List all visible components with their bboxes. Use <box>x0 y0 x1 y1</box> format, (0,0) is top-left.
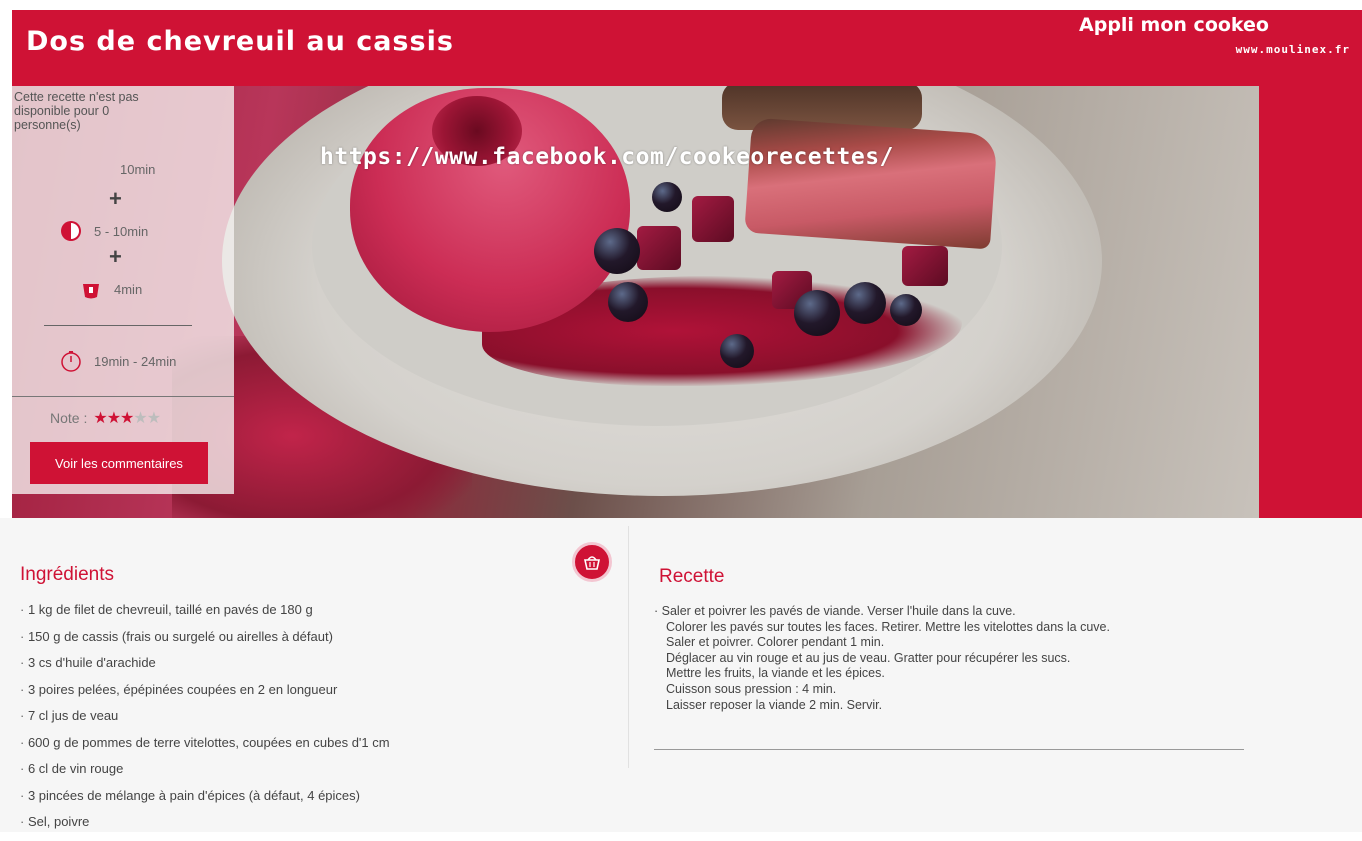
hero-side-band <box>1259 86 1362 518</box>
beet-cube <box>637 226 681 270</box>
star-icon: ★ <box>133 410 147 427</box>
prep-time: 10min <box>120 162 156 177</box>
star-icon: ★ <box>146 410 161 427</box>
recipe-step-line: Colorer les pavés sur toutes les faces. … <box>666 619 1110 634</box>
recipe-step-line: Saler et poivrer les pavés de viande. Ve… <box>654 604 1254 620</box>
app-name[interactable]: Appli mon cookeo <box>1079 14 1269 36</box>
recipe-step-line: Cuisson sous pression : 4 min. <box>666 681 837 696</box>
blackcurrant <box>652 182 682 212</box>
blackcurrant <box>720 334 754 368</box>
timer-icon <box>60 350 82 372</box>
recipe-header: Dos de chevreuil au cassis Appli mon coo… <box>12 10 1362 86</box>
recipe-divider <box>654 749 1244 750</box>
view-comments-button[interactable]: Voir les commentaires <box>30 442 208 484</box>
star-icon: ★ <box>120 410 134 427</box>
prep-time-row: 10min <box>120 162 155 177</box>
cook-time-row: 5 - 10min <box>60 220 148 242</box>
total-time: 19min - 24min <box>94 353 177 369</box>
panel-divider <box>12 396 234 397</box>
blackcurrant <box>608 282 648 322</box>
blackcurrant <box>794 290 840 336</box>
recipe-title: Dos de chevreuil au cassis <box>26 26 454 57</box>
ingredient-item: 3 cs d'huile d'arachide <box>20 655 390 682</box>
recipe-steps-title: Recette <box>659 566 725 587</box>
recipe-steps: Saler et poivrer les pavés de viande. Ve… <box>654 604 1254 713</box>
recipe-step-line: Déglacer au vin rouge et au jus de veau.… <box>666 650 1071 665</box>
ingredient-item: 600 g de pommes de terre vitelottes, cou… <box>20 735 390 762</box>
app-url[interactable]: www.moulinex.fr <box>1236 43 1350 56</box>
ingredient-item: 150 g de cassis (frais ou surgelé ou air… <box>20 629 390 656</box>
ingredient-item: 7 cl jus de veau <box>20 708 390 735</box>
recipe-content: Ingrédients 1 kg de filet de chevreuil, … <box>0 518 1362 832</box>
star-icon: ★ <box>93 410 107 427</box>
column-separator <box>628 526 629 768</box>
ingredient-item: 6 cl de vin rouge <box>20 761 390 788</box>
total-time-row: 19min - 24min <box>60 350 176 372</box>
ingredients-title: Ingrédients <box>20 564 115 585</box>
ingredient-item: 3 poires pelées, épépinées coupées en 2 … <box>20 682 390 709</box>
ingredient-item: 3 pincées de mélange à pain d'épices (à … <box>20 788 390 815</box>
recipe-step-line: Laisser reposer la viande 2 min. Servir. <box>666 697 883 712</box>
recipe-step-line: Saler et poivrer. Colorer pendant 1 min. <box>666 635 885 650</box>
cook-time: 5 - 10min <box>94 223 149 239</box>
recipe-info-panel: Cette recette n'est pas disponible pour … <box>12 86 234 494</box>
ingredient-list: 1 kg de filet de chevreuil, taillé en pa… <box>20 602 390 841</box>
rating-label: Note : <box>50 410 88 426</box>
star-rating: ★★★★★ <box>93 408 161 428</box>
venison-fillet-shape <box>744 117 998 250</box>
pressure-time-row: 4min <box>80 278 142 300</box>
cooking-pot-icon <box>60 220 82 242</box>
beet-cube <box>692 196 734 242</box>
ingredient-item: Sel, poivre <box>20 814 390 841</box>
pressure-time: 4min <box>114 281 143 297</box>
blackcurrant <box>594 228 640 274</box>
time-divider <box>44 325 192 326</box>
plus-sign: + <box>109 244 122 269</box>
facebook-url-overlay[interactable]: https://www.facebook.com/cookeorecettes/ <box>320 144 894 170</box>
availability-note: Cette recette n'est pas disponible pour … <box>14 90 139 132</box>
ingredient-item: 1 kg de filet de chevreuil, taillé en pa… <box>20 602 390 629</box>
plus-sign: + <box>109 186 122 211</box>
rating: Note : ★★★★★ <box>50 408 161 428</box>
star-icon: ★ <box>106 410 121 427</box>
blackcurrant <box>844 282 886 324</box>
blackcurrant <box>890 294 922 326</box>
basket-icon[interactable] <box>572 542 612 582</box>
recipe-step-line: Mettre les fruits, la viande et les épic… <box>666 666 885 681</box>
beet-cube <box>902 246 948 286</box>
pressure-cooker-icon <box>80 278 102 300</box>
